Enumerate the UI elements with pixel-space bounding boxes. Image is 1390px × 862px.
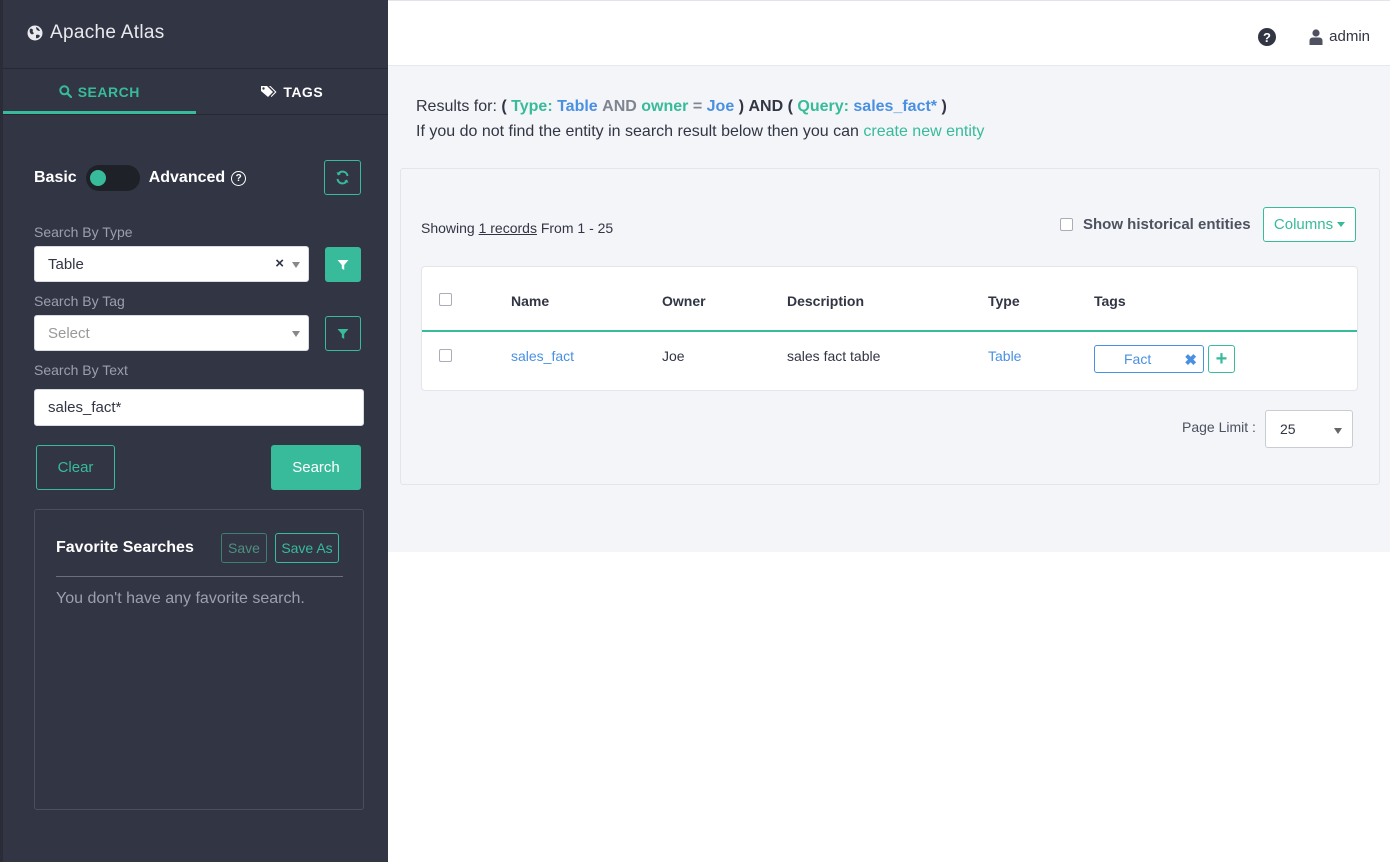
brand-title: Apache Atlas [50,22,165,43]
globe-icon [27,25,43,41]
table-header: Name Owner Description Type Tags [422,267,1357,332]
search-mode-switch[interactable] [85,165,140,191]
sidebar: Apache Atlas SEARCH TAGS Basic Advanced … [0,0,388,862]
header-name[interactable]: Name [511,293,549,309]
top-bar: ? admin [388,0,1390,66]
entity-name-link[interactable]: sales_fact [511,348,574,364]
hint-text: If you do not find the entity in search … [416,123,859,140]
chevron-down-icon [1334,428,1342,434]
favorites-empty-text: You don't have any favorite search. [56,590,305,607]
remove-tag-icon[interactable]: ✖ [1184,351,1197,369]
add-tag-button[interactable]: + [1208,345,1235,373]
tag-select-placeholder: Select [48,324,90,342]
paren: ( [501,98,507,115]
header-description[interactable]: Description [787,293,864,309]
and-operator: AND [748,98,784,115]
chevron-down-icon [292,262,300,268]
search-text-input[interactable] [34,389,364,426]
tag-select[interactable]: Select [34,315,309,351]
advanced-label: Advanced [148,169,226,186]
clear-type-icon[interactable]: × [275,255,284,272]
showing-range: From 1 - 25 [540,220,614,236]
row-checkbox[interactable] [439,349,452,362]
page-limit-value: 25 [1280,421,1296,437]
showing-prefix: Showing [421,220,475,236]
type-value: Table [557,98,598,115]
divider [56,576,343,577]
help-icon[interactable]: ? [1258,28,1276,46]
results-panel: Showing 1 records From 1 - 25 Show histo… [400,168,1380,485]
refresh-button[interactable] [324,160,361,195]
table-row: sales_fact Joe sales fact table Table Fa… [422,332,1357,390]
user-icon [1309,28,1323,45]
tag-filter-button[interactable] [325,316,361,351]
filter-icon [337,328,349,339]
create-entity-hint: If you do not find the entity in search … [416,123,984,141]
search-icon [58,85,72,98]
basic-label: Basic [34,169,77,186]
tags-icon [261,86,277,97]
columns-label: Columns [1273,216,1334,233]
header-owner[interactable]: Owner [662,293,706,309]
equals-operator: = [692,98,703,115]
tab-search[interactable]: SEARCH [3,69,196,114]
page-limit-label: Page Limit : [1182,419,1256,435]
search-button[interactable]: Search [271,445,361,490]
tab-tags-label: TAGS [283,83,324,100]
caret-down-icon [1337,222,1346,227]
and-operator: AND [602,98,637,115]
advanced-help-icon[interactable]: ? [231,170,247,186]
tag-chip[interactable]: Fact ✖ [1094,345,1204,373]
type-select[interactable]: Table × [34,246,309,282]
main-content: Results for: ( Type: Table AND owner = J… [388,66,1390,552]
tag-label: Fact [1124,351,1152,367]
historical-label: Show historical entities [1083,216,1251,233]
paren: ) [738,98,745,115]
columns-button[interactable]: Columns [1263,207,1356,242]
entity-type-link[interactable]: Table [988,348,1021,364]
user-menu[interactable]: admin [1309,28,1370,45]
save-as-favorite-button[interactable]: Save As [275,533,339,563]
type-filter-button[interactable] [325,247,361,282]
records-count: Showing 1 records From 1 - 25 [421,220,613,236]
historical-checkbox[interactable] [1060,218,1073,231]
type-select-value: Table [48,255,84,273]
entity-owner: Joe [662,348,685,364]
results-prefix: Results for: [416,98,497,115]
results-summary: Results for: ( Type: Table AND owner = J… [416,98,947,116]
header-tags[interactable]: Tags [1094,293,1126,309]
username: admin [1329,28,1370,45]
select-all-checkbox[interactable] [439,293,452,306]
chevron-down-icon [292,331,300,337]
page-limit-select[interactable]: 25 [1265,410,1353,448]
paren: ( [787,98,793,115]
query-key: Query: [797,98,849,115]
entity-description: sales fact table [787,348,881,364]
records-link[interactable]: 1 records [479,220,537,236]
create-new-entity-link[interactable]: create new entity [863,123,984,140]
search-by-type-label: Search By Type [34,224,133,240]
header-type[interactable]: Type [988,293,1020,309]
favorite-searches-title: Favorite Searches [56,539,194,556]
filter-icon [337,259,349,270]
tab-tags[interactable]: TAGS [196,69,389,114]
search-by-text-label: Search By Text [34,362,128,378]
refresh-icon [336,170,349,185]
owner-value: Joe [706,98,735,115]
paren: ) [941,98,947,115]
query-value: sales_fact* [853,98,938,115]
favorite-searches-panel: Favorite Searches Save Save As You don't… [34,509,364,810]
search-mode-toggle-row: Basic Advanced ? [34,160,361,196]
search-by-tag-label: Search By Tag [34,293,125,309]
tab-search-label: SEARCH [77,83,140,100]
type-key: Type: [511,98,553,115]
owner-key: owner [641,98,689,115]
historical-toggle[interactable]: Show historical entities [1060,216,1251,233]
results-table: Name Owner Description Type Tags sales_f… [421,266,1358,391]
switch-knob [89,170,106,186]
brand[interactable]: Apache Atlas [27,22,165,44]
clear-button[interactable]: Clear [36,445,115,490]
sidebar-tabs: SEARCH TAGS [3,69,388,115]
save-favorite-button[interactable]: Save [221,533,267,563]
